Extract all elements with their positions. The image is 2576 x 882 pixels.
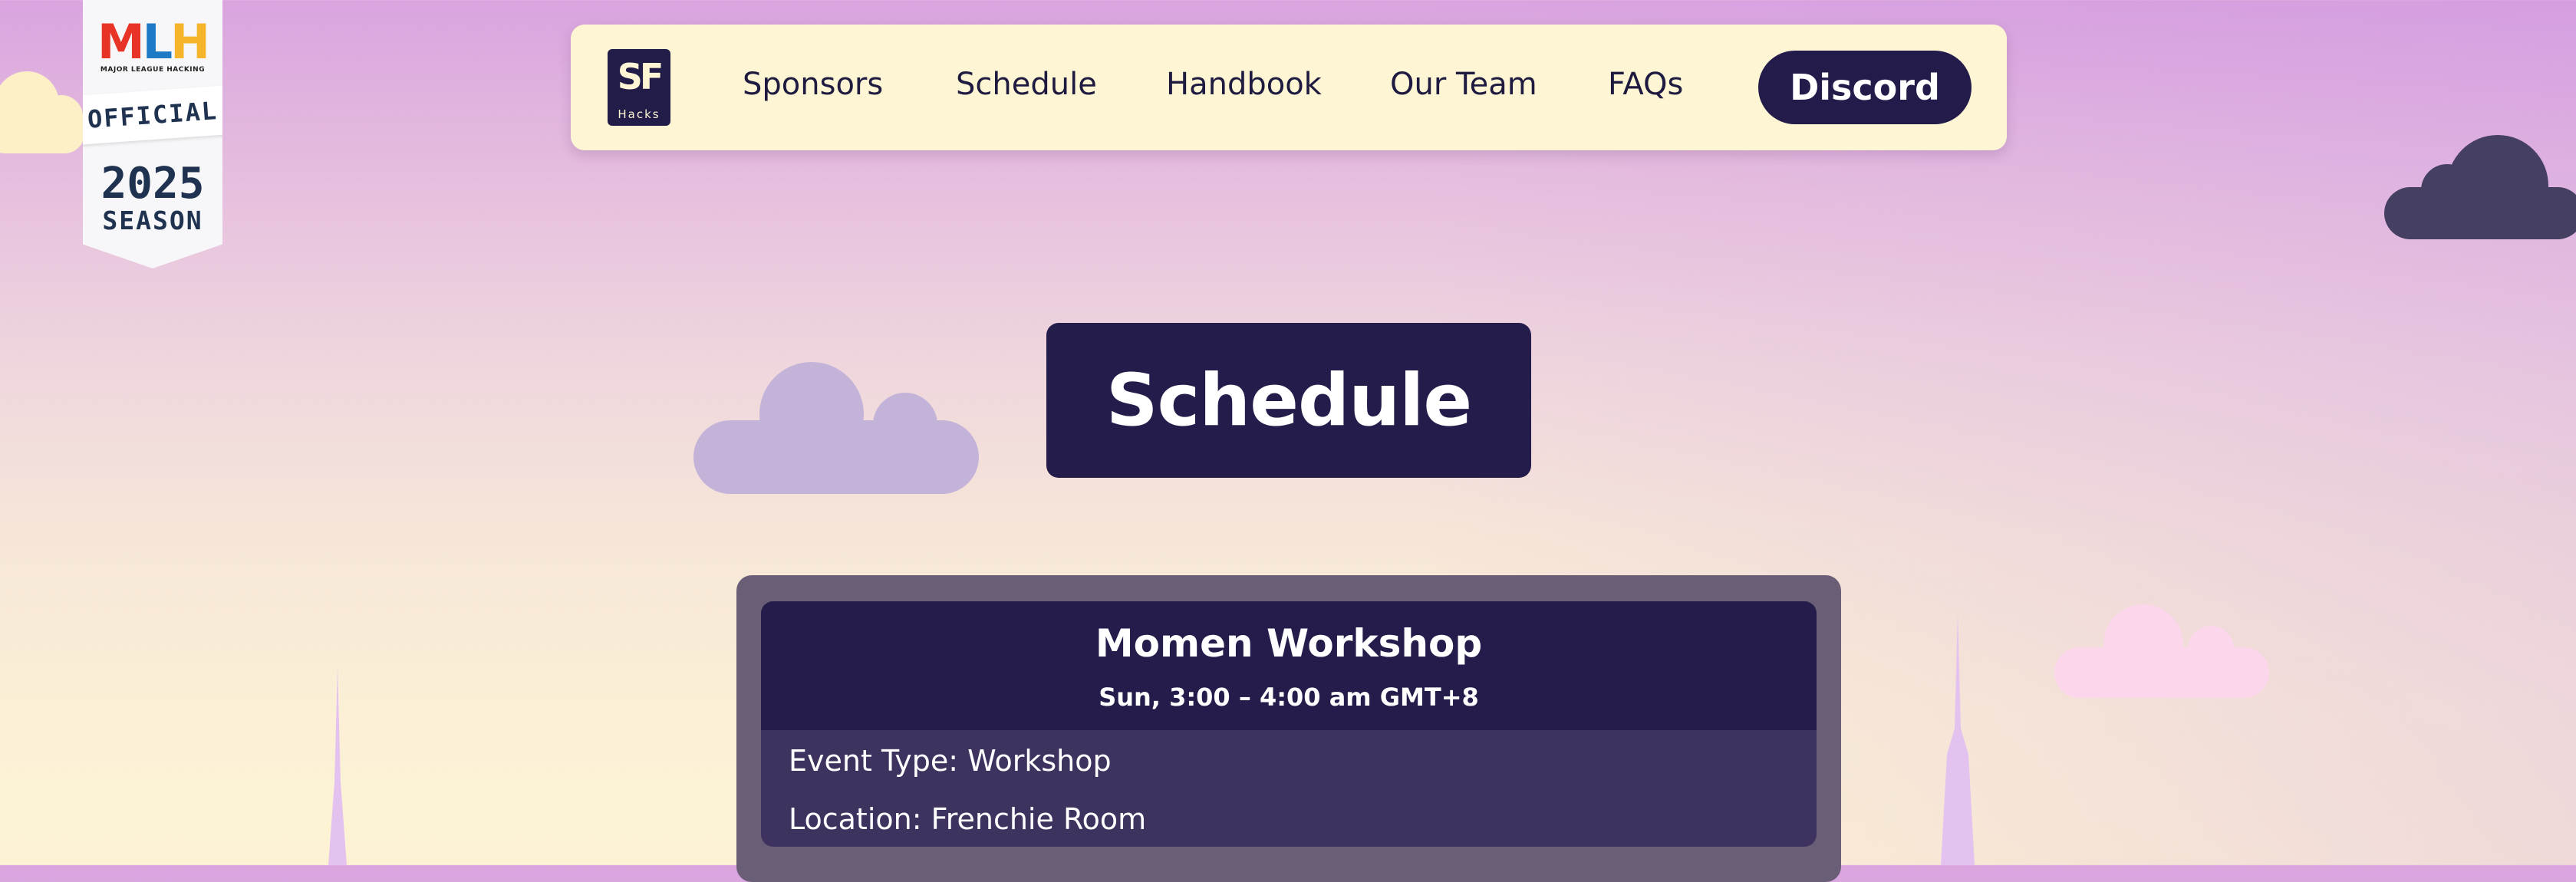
mlh-year: 2025 (100, 159, 205, 209)
nav-link-our-team[interactable]: Our Team (1390, 67, 1537, 102)
nav-link-handbook[interactable]: Handbook (1166, 67, 1322, 102)
event-location: Location: Frenchie Room (789, 802, 1147, 836)
spire-left (328, 667, 347, 865)
mlh-subtitle: MAJOR LEAGUE HACKING (100, 66, 206, 74)
top-nav: SF Hacks Sponsors Schedule Handbook Our … (571, 25, 2007, 150)
event-time: Sun, 3:00 – 4:00 am GMT+8 (1099, 683, 1479, 712)
event-header: Momen Workshop Sun, 3:00 – 4:00 am GMT+8 (761, 601, 1817, 730)
event-card: Momen Workshop Sun, 3:00 – 4:00 am GMT+8… (736, 575, 1841, 882)
sf-hacks-logo[interactable]: SF Hacks (608, 49, 670, 126)
event-title: Momen Workshop (1095, 621, 1483, 666)
cloud-cream-left (0, 71, 84, 153)
sf-logo-mark: SF (617, 56, 664, 97)
discord-button[interactable]: Discord (1758, 51, 1972, 124)
cloud-dark-right (2384, 135, 2576, 239)
cloud-lavender (693, 362, 979, 494)
mlh-logo: MLH (97, 14, 210, 70)
mlh-official-ribbon: OFFICIAL (83, 85, 222, 145)
cloud-pink (2054, 604, 2269, 698)
event-card-inner: Momen Workshop Sun, 3:00 – 4:00 am GMT+8… (761, 601, 1817, 847)
mlh-season-text: SEASON (102, 206, 203, 235)
nav-link-faqs[interactable]: FAQs (1608, 67, 1683, 102)
mlh-season-badge[interactable]: MLH MAJOR LEAGUE HACKING OFFICIAL 2025 S… (83, 0, 222, 268)
nav-link-schedule[interactable]: Schedule (956, 67, 1097, 102)
page-title-box: Schedule (1046, 323, 1531, 478)
sf-logo-text: Hacks (618, 107, 660, 121)
mlh-official-text: OFFICIAL (86, 96, 219, 134)
nav-link-sponsors[interactable]: Sponsors (743, 67, 883, 102)
page-title: Schedule (1105, 358, 1472, 443)
event-type: Event Type: Workshop (789, 744, 1112, 778)
spire-right (1941, 614, 1975, 865)
